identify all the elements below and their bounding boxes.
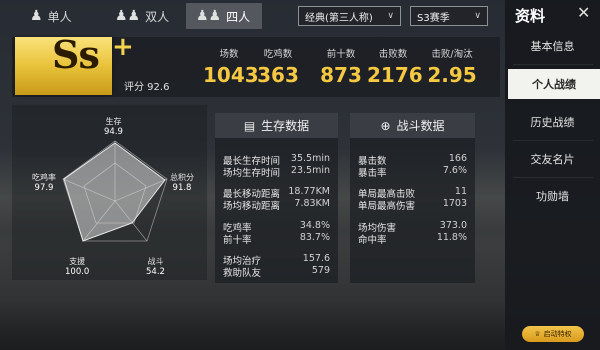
stat-label: 前十数 — [326, 49, 356, 60]
sidebar-item-match-history[interactable]: 历史战绩 — [505, 107, 600, 137]
combat-panel-header: ⊕ 战斗数据 — [350, 113, 475, 138]
stat-matches: 场数 1043 — [203, 46, 259, 87]
sidebar-item-merit-wall[interactable]: 功勋墙 — [505, 181, 600, 211]
survival-row: 最长移动距离 18.77KM — [223, 186, 330, 200]
crown-icon: ♕ — [534, 330, 541, 338]
tab-duo-label: 双人 — [145, 9, 170, 24]
radar-axis-value: 94.9 — [104, 127, 123, 137]
stat-value: 1043 — [203, 63, 259, 87]
perspective-select[interactable]: 经典(第三人称) ∨ — [298, 6, 401, 26]
radar-axis-label: 吃鸡率 — [32, 173, 56, 182]
combat-row: 单局最高击败 11 — [358, 186, 467, 200]
divider — [513, 64, 593, 65]
sidebar-item-label: 功勋墙 — [536, 190, 569, 203]
divider — [513, 177, 593, 178]
radar-axis-support: 支援 100.0 — [65, 256, 89, 277]
radar-axis-value: 97.9 — [34, 183, 54, 193]
sidebar-item-personal-stats[interactable]: 个人战绩 — [508, 69, 600, 99]
tab-solo-label: 单人 — [47, 9, 72, 24]
survival-row: 场均治疗 157.6 — [223, 253, 330, 267]
survival-panel: ▤ 生存数据 最长生存时间 35.5min 场均生存时间 23.5min 最长移动距… — [215, 113, 338, 283]
radar-axis-label: 生存 — [105, 117, 122, 126]
stat-value: 873 — [320, 63, 362, 87]
rating-score: 评分 92.6 — [124, 82, 170, 93]
tab-squad[interactable]: ♟♟ 四人 — [186, 3, 262, 29]
divider — [513, 140, 593, 141]
chevron-down-icon: ∨ — [474, 11, 481, 21]
survival-panel-header: ▤ 生存数据 — [215, 113, 338, 138]
radar-axis-label: 支援 — [69, 257, 86, 266]
survival-row: 场均生存时间 23.5min — [223, 165, 330, 179]
squad-icon: ♟♟ — [196, 8, 222, 24]
tab-squad-label: 四人 — [226, 9, 251, 24]
rank-tier: Ss — [52, 32, 100, 77]
radar-axis-value: 54.2 — [146, 267, 165, 277]
sidebar-item-label: 基本信息 — [530, 40, 575, 53]
radar-axis-value: 91.8 — [172, 183, 192, 193]
single-person-icon: ♟ — [30, 8, 43, 24]
rank-plus: + — [112, 32, 134, 62]
radar-axis-combat: 战斗 54.2 — [146, 256, 165, 277]
combat-panel: ⊕ 战斗数据 暴击数 166 暴击率 7.6% 单局最高击败 11 单局最高伤害 170… — [350, 113, 475, 283]
radar-axis-total-score: 总积分 91.8 — [170, 172, 194, 193]
activate-privilege-button[interactable]: ♕ 启动特权 — [522, 326, 584, 342]
stat-top10: 前十数 873 — [315, 46, 367, 87]
radar-axis-survival: 生存 94.9 — [104, 116, 123, 137]
stat-label: 击败数 — [378, 49, 408, 60]
chevron-down-icon: ∨ — [387, 11, 394, 21]
radar-axis-label: 总积分 — [170, 173, 194, 182]
combat-row: 命中率 11.8% — [358, 232, 467, 246]
stat-label: 场数 — [219, 49, 239, 60]
combat-row: 暴击数 166 — [358, 153, 467, 167]
survival-row: 吃鸡率 34.8% — [223, 220, 330, 234]
survival-row: 前十率 83.7% — [223, 232, 330, 246]
crosshair-icon: ⊕ — [380, 118, 391, 133]
stat-label: 击败/淘汰 — [431, 49, 473, 60]
sidebar-item-label: 历史战绩 — [530, 116, 575, 129]
survival-row: 场均移动距离 7.83KM — [223, 198, 330, 212]
radar-fill — [63, 142, 166, 242]
radar-axis-value: 100.0 — [65, 267, 90, 277]
stat-wins: 吃鸡数 363 — [252, 46, 304, 87]
duo-icon: ♟♟ — [115, 8, 141, 24]
survival-row: 救助队友 579 — [223, 265, 330, 279]
radar-axis-label: 战斗 — [147, 257, 164, 266]
sidebar-item-basic-info[interactable]: 基本信息 — [505, 31, 600, 61]
activate-privilege-label: 启动特权 — [543, 330, 572, 338]
combat-panel-title: 战斗数据 — [396, 119, 445, 133]
bar-chart-icon: ▤ — [243, 118, 256, 133]
stat-kills: 击败数 2176 — [367, 46, 423, 87]
tab-solo[interactable]: ♟ 单人 — [20, 3, 82, 29]
bottom-shade — [0, 300, 505, 350]
stat-value: 2176 — [367, 63, 423, 87]
stat-label: 吃鸡数 — [263, 49, 293, 60]
season-select[interactable]: S3赛季 ∨ — [410, 6, 488, 26]
combat-row: 场均伤害 373.0 — [358, 220, 467, 234]
combat-row: 暴击率 7.6% — [358, 165, 467, 179]
profile-sidebar: 资料 ✕ 基本信息 个人战绩 历史战绩 交友名片 功勋墙 — [505, 0, 600, 350]
stat-value: 2.95 — [427, 63, 477, 87]
sidebar-item-label: 交友名片 — [530, 153, 575, 166]
radar-axis-win-rate: 吃鸡率 97.9 — [32, 172, 56, 193]
sidebar-item-social-card[interactable]: 交友名片 — [505, 144, 600, 174]
season-select-value: S3赛季 — [417, 12, 450, 24]
survival-panel-title: 生存数据 — [261, 119, 310, 133]
sidebar-item-label: 个人战绩 — [532, 78, 576, 91]
top-bar: ♟ 单人 ♟♟ 双人 ♟♟ 四人 经典(第三人称) ∨ S3赛季 ∨ — [0, 0, 505, 35]
survival-row: 最长生存时间 35.5min — [223, 153, 330, 167]
stat-value: 363 — [257, 63, 299, 87]
stat-kd: 击败/淘汰 2.95 — [422, 46, 482, 87]
tab-duo[interactable]: ♟♟ 双人 — [105, 3, 179, 29]
perspective-select-value: 经典(第三人称) — [305, 12, 373, 24]
combat-row: 单局最高伤害 1703 — [358, 198, 467, 212]
close-icon[interactable]: ✕ — [577, 3, 590, 22]
sidebar-title: 资料 — [515, 7, 546, 25]
